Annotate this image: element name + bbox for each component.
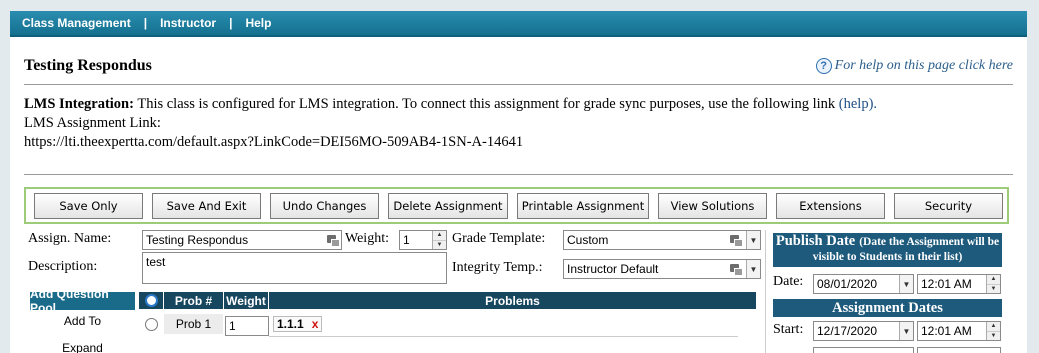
problem-row-radio[interactable] xyxy=(145,318,158,331)
prob-num-header: Prob # xyxy=(164,292,223,309)
panel-divider xyxy=(765,230,766,353)
publish-date-select[interactable]: 08/01/2020 ▼ xyxy=(813,274,914,294)
divider xyxy=(24,174,1013,175)
help-link[interactable]: ? For help on this page click here xyxy=(815,58,1013,74)
delete-assignment-button[interactable]: Delete Assignment xyxy=(388,192,508,219)
due-time-input[interactable] xyxy=(917,347,1001,353)
problems-header: Problems xyxy=(269,292,756,309)
problem-id: 1.1.1 xyxy=(277,317,304,331)
add-to-link[interactable]: Add To xyxy=(30,314,135,328)
start-date-label: Start: xyxy=(773,322,804,337)
problem-weight-input[interactable]: 1 xyxy=(225,316,269,336)
weight-spinner[interactable]: ▲ ▼ xyxy=(432,231,446,249)
lms-info: LMS Integration: This class is configure… xyxy=(24,95,877,152)
publish-time-value: 12:01 AM xyxy=(921,277,972,291)
problem-chip: 1.1.1 x xyxy=(273,316,323,332)
publish-date-title: Publish Date xyxy=(775,233,856,249)
integrity-template-label: Integrity Temp.: xyxy=(452,260,543,275)
weight-label: Weight: xyxy=(345,231,389,246)
publish-time-spinner[interactable]: ▲ ▼ xyxy=(986,275,1000,293)
field-menu-icon xyxy=(327,234,340,247)
page-title: Testing Respondus xyxy=(24,57,152,74)
weight-input[interactable]: 1 ▲ ▼ xyxy=(399,230,447,250)
view-solutions-button[interactable]: View Solutions xyxy=(658,192,767,219)
weight-header: Weight xyxy=(224,292,268,309)
top-nav: Class Management | Instructor | Help xyxy=(10,11,1027,37)
select-all-header xyxy=(139,292,163,309)
publish-date-label: Date: xyxy=(773,274,804,289)
printable-assignment-button[interactable]: Printable Assignment xyxy=(517,192,649,219)
start-time-spinner[interactable]: ▲ ▼ xyxy=(986,322,1000,340)
grade-template-value: Custom xyxy=(567,233,609,247)
security-button[interactable]: Security xyxy=(894,192,1003,219)
integrity-template-value: Instructor Default xyxy=(567,262,659,276)
nav-class-management[interactable]: Class Management xyxy=(22,16,131,30)
publish-date-header: Publish Date (Date the Assignment will b… xyxy=(773,233,1002,267)
lms-link-url: https://lti.theexpertta.com/default.aspx… xyxy=(24,134,524,150)
grade-template-select[interactable]: Custom ▼ xyxy=(563,230,761,250)
lms-help-link[interactable]: (help). xyxy=(839,96,877,112)
publish-date-value: 08/01/2020 xyxy=(817,277,878,291)
start-time-input[interactable]: 12:01 AM ▲ ▼ xyxy=(917,321,1001,341)
select-all-radio[interactable] xyxy=(144,294,158,307)
nav-help[interactable]: Help xyxy=(245,16,271,30)
lms-link-label: LMS Assignment Link: xyxy=(24,115,161,131)
description-textarea[interactable]: test xyxy=(142,252,447,284)
lms-text: This class is configured for LMS integra… xyxy=(137,96,836,112)
chevron-down-icon: ▼ xyxy=(746,260,760,278)
page: Class Management | Instructor | Help Tes… xyxy=(10,11,1027,353)
row-divider xyxy=(269,336,738,337)
undo-changes-button[interactable]: Undo Changes xyxy=(270,192,379,219)
publish-time-input[interactable]: 12:01 AM ▲ ▼ xyxy=(917,274,1001,294)
description-label: Description: xyxy=(28,259,98,274)
add-question-pool-button[interactable]: Add Question Pool xyxy=(30,287,135,315)
extensions-button[interactable]: Extensions xyxy=(776,192,885,219)
expand-link[interactable]: Expand xyxy=(30,341,135,353)
integrity-template-select[interactable]: Instructor Default ▼ xyxy=(563,259,761,279)
help-link-text: For help on this page click here xyxy=(834,58,1013,73)
divider xyxy=(24,84,1013,85)
description-value: test xyxy=(146,255,166,269)
nav-separator: | xyxy=(143,16,148,30)
nav-instructor[interactable]: Instructor xyxy=(160,16,216,30)
button-bar: Save Only Save And Exit Undo Changes Del… xyxy=(24,187,1009,224)
assign-name-label: Assign. Name: xyxy=(28,231,112,246)
assign-name-value: Testing Respondus xyxy=(146,233,249,247)
chevron-down-icon: ▼ xyxy=(899,275,913,293)
field-menu-icon xyxy=(730,263,743,276)
grade-template-label: Grade Template: xyxy=(452,231,546,246)
problem-number-cell: Prob 1 xyxy=(164,314,223,334)
remove-problem-icon[interactable]: x xyxy=(312,317,319,331)
start-date-select[interactable]: 12/17/2020 ▼ xyxy=(813,321,914,341)
assign-name-input[interactable]: Testing Respondus xyxy=(142,230,342,250)
help-icon: ? xyxy=(815,58,832,74)
start-date-value: 12/17/2020 xyxy=(817,324,878,338)
assignment-dates-header: Assignment Dates xyxy=(773,299,1002,317)
title-row: Testing Respondus ? For help on this pag… xyxy=(24,57,1013,75)
due-date-select[interactable] xyxy=(813,347,914,353)
start-time-value: 12:01 AM xyxy=(921,324,972,338)
field-menu-icon xyxy=(730,234,743,247)
chevron-down-icon: ▼ xyxy=(746,231,760,249)
weight-value: 1 xyxy=(403,233,410,247)
nav-separator: | xyxy=(229,16,233,30)
save-only-button[interactable]: Save Only xyxy=(34,192,143,219)
lms-heading: LMS Integration: xyxy=(24,96,134,112)
lms-line: LMS Integration: This class is configure… xyxy=(24,95,877,114)
save-and-exit-button[interactable]: Save And Exit xyxy=(152,192,261,219)
chevron-down-icon: ▼ xyxy=(899,322,913,340)
